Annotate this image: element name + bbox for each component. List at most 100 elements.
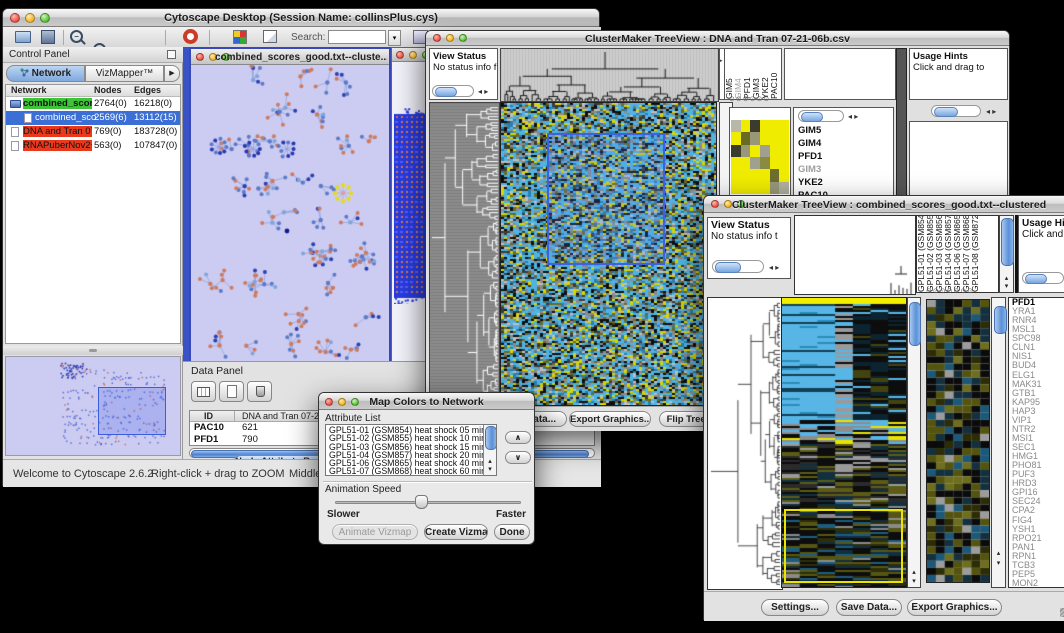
animation-slider-thumb[interactable] — [415, 495, 428, 509]
matrix-cell[interactable] — [760, 145, 770, 157]
matrix-cell[interactable] — [750, 132, 760, 144]
matrix-cell[interactable] — [731, 169, 741, 181]
column-header-id[interactable]: ID — [204, 411, 213, 421]
network-frame[interactable]: combined_scores_good.txt--cluste... — [189, 47, 391, 367]
matrix-cell[interactable] — [750, 157, 760, 169]
search-input[interactable] — [328, 30, 386, 44]
search-dropdown-icon[interactable]: ▾ — [388, 30, 401, 46]
table-row[interactable]: combined_scores_ 2764(0) 16218(0) — [6, 97, 180, 111]
heatmap-selection-rect[interactable] — [784, 509, 903, 583]
matrix-cell[interactable] — [741, 157, 751, 169]
matrix-cell[interactable] — [741, 120, 751, 132]
open-session-icon[interactable] — [15, 31, 31, 43]
dialog-titlebar[interactable]: Map Colors to Network — [319, 393, 534, 410]
matrix-cell[interactable] — [770, 169, 780, 181]
matrix-row-label[interactable]: YKE2 — [796, 176, 892, 189]
matrix-cell[interactable] — [731, 182, 741, 194]
matrix-cell[interactable] — [779, 182, 789, 194]
matrix-cell[interactable] — [731, 145, 741, 157]
save-data-button[interactable]: Save Data... — [836, 599, 902, 616]
matrix-cell[interactable] — [750, 145, 760, 157]
list-scrollbar[interactable]: ▴▾ — [483, 425, 496, 475]
animation-slider-track[interactable] — [335, 501, 521, 504]
matrix-cell[interactable] — [750, 169, 760, 181]
table-row[interactable]: DNA and Tran 07 769(0) 183728(0) — [6, 125, 180, 139]
slider-arrows[interactable]: ◂ ▸ — [769, 262, 779, 274]
matrix-cell[interactable] — [741, 132, 751, 144]
table-row-selected[interactable]: combined_sco 2569(6) 13112(15) — [6, 111, 180, 125]
heatmap-container[interactable] — [500, 102, 717, 406]
matrix-cell[interactable] — [760, 120, 770, 132]
matrix-cell[interactable] — [750, 120, 760, 132]
zoom-slider[interactable] — [931, 105, 981, 117]
vertical-scrollbar[interactable]: ▴▾ — [907, 297, 921, 588]
move-down-button[interactable]: ∨ — [505, 451, 531, 464]
zoom-out-icon[interactable]: − — [70, 30, 83, 43]
column-header-nodes[interactable]: Nodes — [94, 85, 122, 95]
matrix-cell[interactable] — [779, 132, 789, 144]
move-up-button[interactable]: ∧ — [505, 431, 531, 444]
settings-button[interactable]: Settings... — [761, 599, 829, 616]
matrix-row-label[interactable]: PFD1 — [796, 150, 892, 163]
matrix-cell[interactable] — [760, 157, 770, 169]
matrix-cell[interactable] — [779, 120, 789, 132]
vertical-scrollbar[interactable]: ▴▾ — [991, 297, 1006, 588]
matrix-cell[interactable] — [731, 132, 741, 144]
matrix-cell[interactable] — [779, 157, 789, 169]
zoom-slider[interactable] — [1022, 272, 1064, 284]
zoom-slider[interactable] — [798, 110, 844, 122]
zoom-slider[interactable] — [712, 260, 764, 273]
new-attribute-button[interactable] — [219, 381, 244, 402]
panel-splitter[interactable] — [3, 346, 183, 355]
vizmapper-icon[interactable] — [233, 30, 247, 44]
float-panel-icon[interactable] — [167, 50, 176, 59]
heatmap-selection-rect[interactable] — [547, 133, 665, 265]
column-header-edges[interactable]: Edges — [134, 85, 161, 95]
main-titlebar[interactable]: Cytoscape Desktop (Session Name: collins… — [3, 9, 599, 27]
matrix-cell[interactable] — [750, 182, 760, 194]
close-icon[interactable] — [196, 53, 204, 61]
matrix-cell[interactable] — [731, 157, 741, 169]
matrix-cell[interactable] — [741, 182, 751, 194]
save-session-icon[interactable] — [41, 30, 55, 44]
zoom-heatmap[interactable] — [926, 299, 990, 583]
mini-icons[interactable]: ⊙⊙⊙⊙⊙⊙ — [729, 95, 770, 103]
row-dendrogram[interactable] — [707, 297, 783, 590]
select-attributes-button[interactable] — [191, 381, 216, 402]
matrix-cell[interactable] — [731, 120, 741, 132]
help-lifering-icon[interactable] — [183, 29, 198, 44]
export-graphics-button[interactable]: Export Graphics... — [569, 411, 651, 427]
gene-label[interactable]: MON2 — [1009, 579, 1064, 588]
treeview2-titlebar[interactable]: ClusterMaker TreeView : combined_scores_… — [704, 196, 1064, 213]
matrix-cell[interactable] — [741, 145, 751, 157]
column-header-network[interactable]: Network — [11, 85, 47, 95]
network-view-canvas[interactable] — [191, 65, 387, 365]
matrix-cell[interactable] — [770, 145, 780, 157]
matrix-cell[interactable] — [770, 132, 780, 144]
attribute-item[interactable]: GPL51-07 (GSM868) heat shock 60 min — [327, 467, 482, 475]
overview-selection-rect[interactable] — [98, 387, 166, 435]
heatmap-container[interactable] — [781, 297, 907, 588]
slider-arrows[interactable]: ◂ ▸ — [478, 86, 488, 98]
export-graphics-button[interactable]: Export Graphics... — [907, 599, 1002, 616]
network-overview[interactable] — [5, 356, 181, 456]
column-dendrogram[interactable] — [500, 48, 719, 102]
zoom-slider[interactable] — [432, 85, 474, 97]
tab-vizmapper[interactable]: VizMapper™ — [85, 65, 164, 82]
slider-arrows[interactable]: ◂ ▸ — [848, 111, 858, 123]
table-row[interactable]: RNAPuberNov2+ 563(0) 107847(0) — [6, 139, 180, 153]
annotation-icon[interactable] — [263, 30, 277, 43]
treeview1-titlebar[interactable]: ClusterMaker TreeView : DNA and Tran 07-… — [426, 31, 1009, 46]
delete-attribute-button[interactable] — [247, 381, 272, 402]
matrix-cell[interactable] — [760, 169, 770, 181]
matrix-cell[interactable] — [779, 145, 789, 157]
vertical-scrollbar[interactable]: ▴▾ — [999, 215, 1014, 293]
slider-arrows[interactable]: ◂ ▸ — [986, 106, 996, 118]
correlation-matrix[interactable] — [731, 120, 789, 194]
matrix-cell[interactable] — [741, 169, 751, 181]
close-icon[interactable] — [396, 51, 404, 59]
column-dendrogram[interactable] — [794, 215, 916, 295]
matrix-cell[interactable] — [779, 169, 789, 181]
matrix-cell[interactable] — [760, 132, 770, 144]
tab-network[interactable]: Network — [6, 65, 85, 82]
